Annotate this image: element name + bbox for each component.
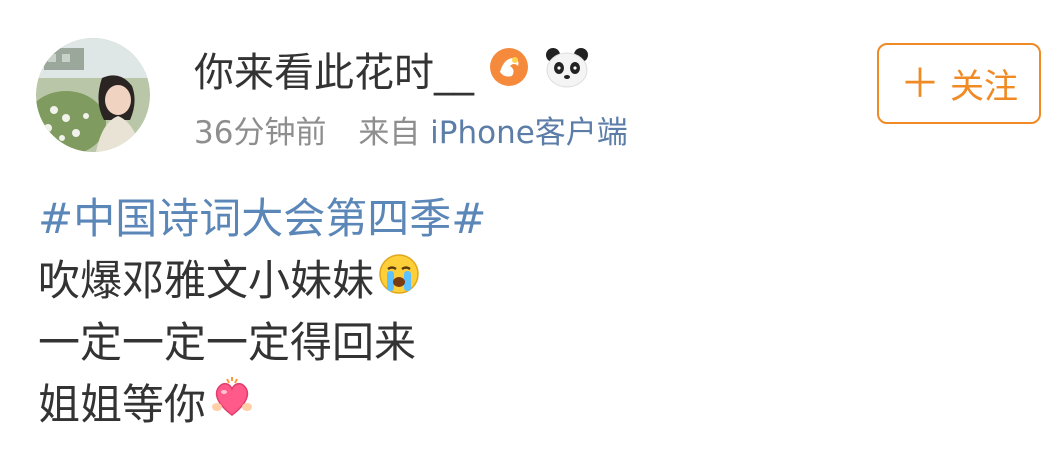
- post-line-3: 姐姐等你: [38, 380, 207, 429]
- crying-face-icon: [378, 250, 420, 312]
- follow-label: 关注: [950, 67, 1018, 107]
- topic-link[interactable]: #中国诗词大会第四季#: [38, 188, 486, 250]
- post-content: #中国诗词大会第四季# 吹爆邓雅文小妹妹 一定一定一定得回来 姐姐等你: [38, 188, 486, 436]
- plus-icon: ＋: [900, 60, 940, 107]
- source-link[interactable]: iPhone客户端: [430, 115, 628, 151]
- username-row: 你来看此花时__: [194, 46, 590, 99]
- post-line-2: 一定一定一定得回来: [38, 318, 417, 367]
- source-prefix: 来自: [358, 115, 421, 151]
- post-line-1: 吹爆邓雅文小妹妹: [38, 256, 375, 305]
- user-avatar-photo-icon: [36, 38, 150, 152]
- heart-icon: [210, 374, 254, 436]
- avatar[interactable]: [36, 38, 150, 152]
- post-time: 36分钟前: [194, 115, 327, 151]
- follow-button[interactable]: ＋ 关注: [877, 43, 1041, 124]
- post-meta: 36分钟前 来自 iPhone客户端: [194, 113, 628, 153]
- panda-icon: [544, 46, 590, 99]
- username[interactable]: 你来看此花时__: [194, 49, 474, 97]
- orange-badge-icon: [488, 46, 530, 99]
